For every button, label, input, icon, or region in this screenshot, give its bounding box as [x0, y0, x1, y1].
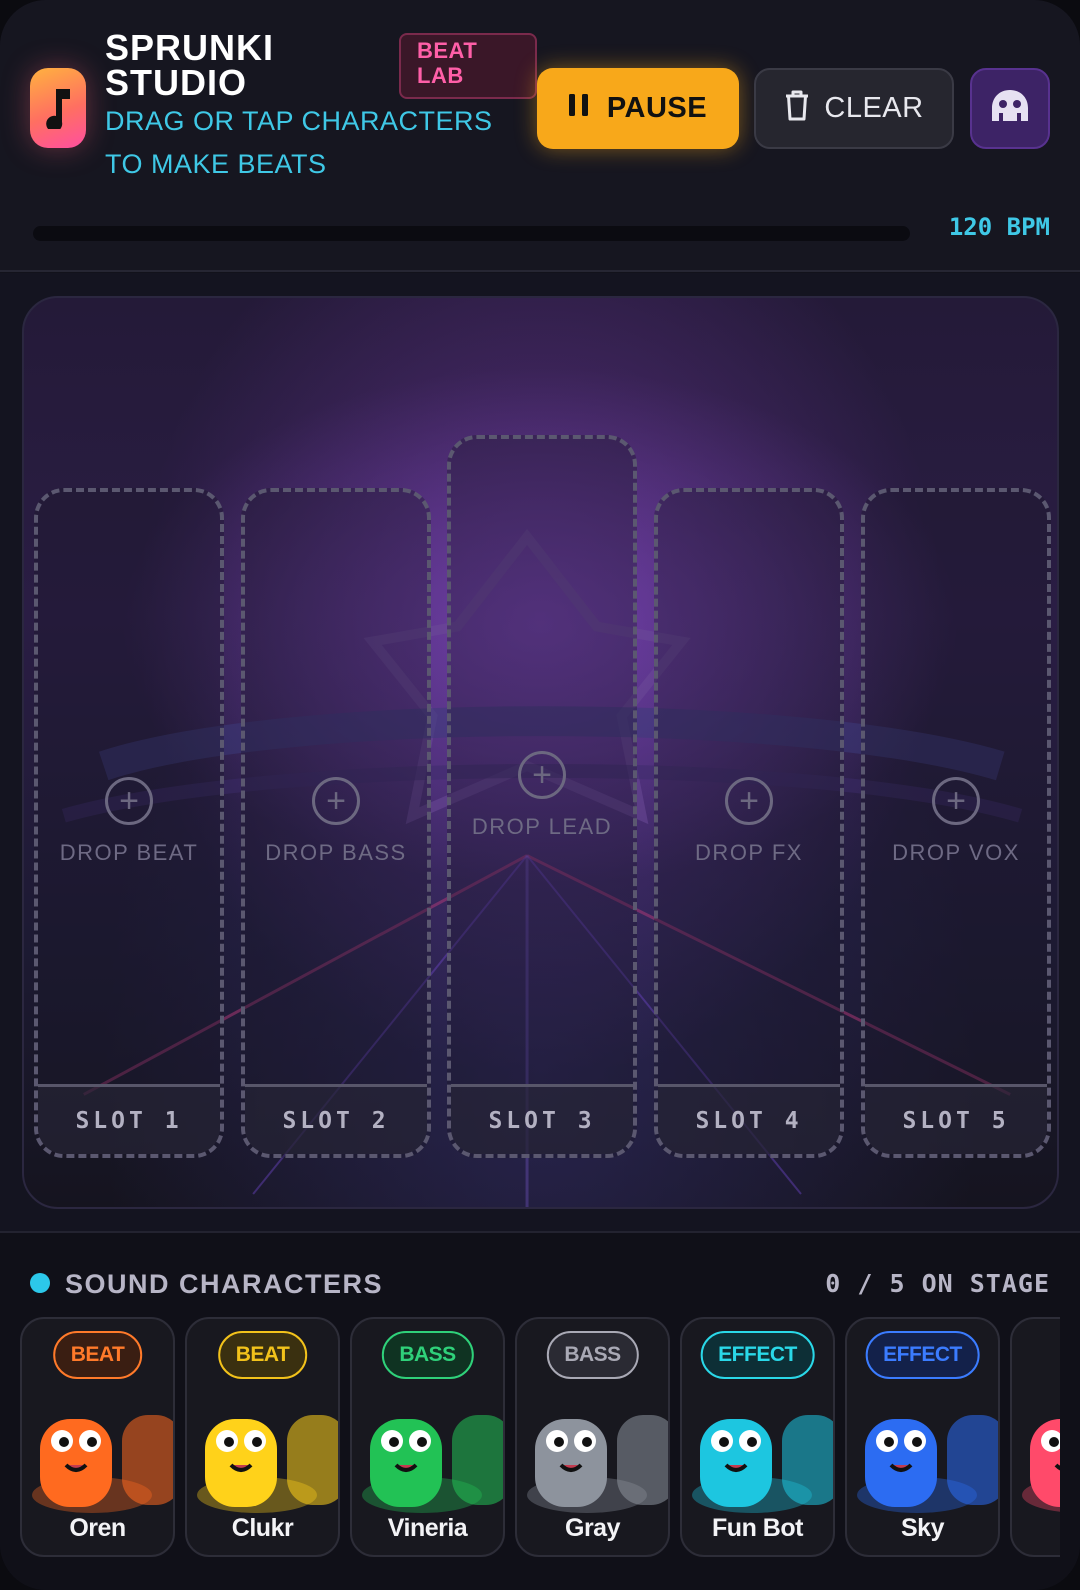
add-icon: +	[518, 751, 566, 799]
sound-characters-title: SOUND CHARACTERS	[65, 1269, 384, 1299]
music-note-icon	[30, 68, 86, 148]
stage: + DROP BEAT SLOT 1 + DROP BASS SLOT 2 + …	[22, 296, 1059, 1209]
character-name: Vineria	[387, 1514, 468, 1542]
add-icon: +	[105, 777, 153, 825]
clear-label: CLEAR	[824, 92, 924, 124]
character-card[interactable]: BEAT Oren	[20, 1317, 175, 1557]
slot-drop-hint: DROP LEAD	[471, 814, 613, 839]
character-card[interactable]: BASS Gray	[515, 1317, 670, 1557]
character-name: Oren	[69, 1514, 126, 1542]
pause-button[interactable]: PAUSE	[537, 68, 739, 149]
pause-label: PAUSE	[606, 92, 708, 124]
character-category-badge: BASS	[381, 1331, 474, 1379]
header: SPRUNKI STUDIO DRAG OR TAP CHARACTERS TO…	[0, 0, 1080, 272]
character-card[interactable]: M	[1010, 1317, 1060, 1557]
character-avatar	[1022, 1419, 1060, 1512]
character-category-badge: BASS	[546, 1331, 639, 1379]
character-category-badge: EFFECT	[865, 1331, 980, 1379]
stage-slot-5[interactable]: + DROP VOX SLOT 5	[861, 488, 1051, 1158]
stage-slot-1[interactable]: + DROP BEAT SLOT 1	[34, 488, 224, 1158]
slot-label: SLOT 4	[658, 1084, 840, 1154]
add-icon: +	[312, 777, 360, 825]
character-category-badge: BEAT	[52, 1331, 143, 1379]
stage-area: + DROP BEAT SLOT 1 + DROP BASS SLOT 2 + …	[0, 273, 1080, 1231]
character-avatar	[527, 1415, 668, 1513]
character-avatar	[857, 1415, 998, 1513]
slot-drop-hint: DROP FX	[695, 840, 803, 865]
slot-label: SLOT 5	[865, 1084, 1047, 1154]
slot-label: SLOT 2	[245, 1084, 427, 1154]
slot-drop-hint: DROP BEAT	[59, 840, 199, 865]
stage-slot-3[interactable]: + DROP LEAD SLOT 3	[447, 435, 637, 1158]
clear-button[interactable]: CLEAR	[754, 68, 954, 149]
character-name: Sky	[901, 1514, 944, 1542]
beat-lab-badge: BEAT LAB	[399, 33, 537, 99]
character-card[interactable]: EFFECT Sky	[845, 1317, 1000, 1557]
character-avatar	[197, 1415, 338, 1513]
slot-drop-hint: DROP VOX	[892, 840, 1020, 865]
character-avatar	[362, 1415, 503, 1513]
status-dot-icon	[30, 1273, 50, 1293]
stage-slot-4[interactable]: + DROP FX SLOT 4	[654, 488, 844, 1158]
character-card[interactable]: EFFECT Fun Bot	[680, 1317, 835, 1557]
app-root: SPRUNKI STUDIO DRAG OR TAP CHARACTERS TO…	[0, 0, 1080, 1590]
app-subtitle: DRAG OR TAP CHARACTERS TO MAKE BEATS	[105, 106, 493, 179]
character-category-badge: BEAT	[217, 1331, 308, 1379]
add-icon: +	[932, 777, 980, 825]
add-icon: +	[725, 777, 773, 825]
on-stage-count: 0 / 5 ON STAGE	[825, 1269, 1050, 1298]
trash-icon	[784, 89, 810, 129]
app-title: SPRUNKI STUDIO	[105, 27, 275, 103]
stage-slot-2[interactable]: + DROP BASS SLOT 2	[241, 488, 431, 1158]
playback-progress[interactable]	[33, 226, 910, 241]
slot-label: SLOT 1	[38, 1084, 220, 1154]
ghost-icon	[990, 88, 1030, 129]
character-category-badge: EFFECT	[700, 1331, 815, 1379]
character-card[interactable]: BASS Vineria	[350, 1317, 505, 1557]
character-list[interactable]: BEAT Oren BEAT Clukr BASS Vineria BASS Gray EFFE…	[20, 1317, 1060, 1559]
character-avatar	[692, 1415, 833, 1513]
character-avatar	[32, 1415, 173, 1513]
character-name: Gray	[565, 1514, 620, 1542]
character-name: Fun Bot	[712, 1514, 803, 1542]
bpm-readout: 120 BPM	[948, 213, 1050, 241]
character-card[interactable]: BEAT Clukr	[185, 1317, 340, 1557]
slot-label: SLOT 3	[451, 1084, 633, 1154]
character-name: Clukr	[231, 1514, 294, 1542]
profile-button[interactable]	[970, 68, 1050, 149]
sound-characters-panel: SOUND CHARACTERS 0 / 5 ON STAGE BEAT Oren…	[0, 1231, 1080, 1590]
pause-icon	[568, 92, 589, 125]
slot-drop-hint: DROP BASS	[265, 840, 407, 865]
